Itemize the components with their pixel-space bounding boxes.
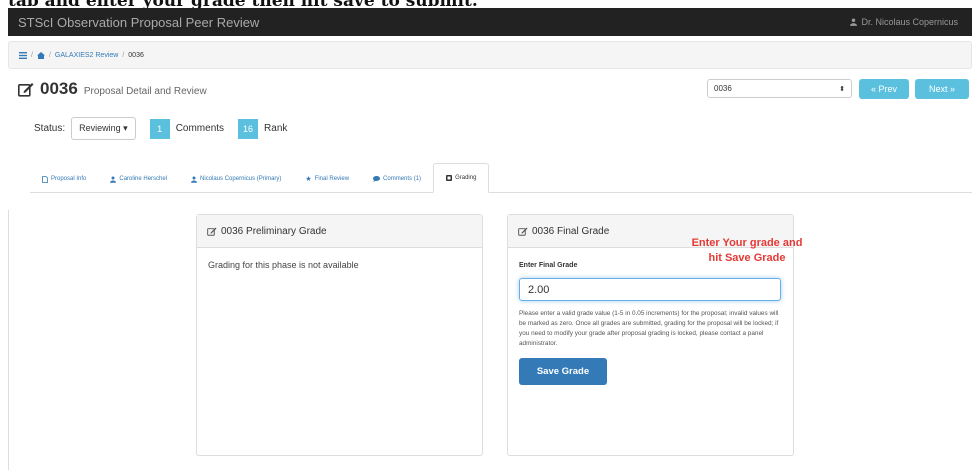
annotation-line-1: Enter Your grade and xyxy=(691,237,803,249)
user-name: Dr. Nicolaus Copernicus xyxy=(861,17,958,27)
tab-caroline-herschel[interactable]: Caroline Herschel xyxy=(98,166,179,192)
tab-label: Caroline Herschel xyxy=(119,176,168,182)
user-icon xyxy=(110,176,117,183)
status-row: Status: Reviewing ▾ 1 Comments 16 Rank xyxy=(34,117,287,140)
final-grade-input[interactable]: 2.00 xyxy=(519,278,781,301)
save-grade-button[interactable]: Save Grade xyxy=(519,357,607,385)
prev-button[interactable]: « Prev xyxy=(859,79,909,99)
panel-title: 0036 Final Grade xyxy=(532,225,610,237)
breadcrumb-separator: / xyxy=(48,51,51,59)
tab-bar: Proposal Info Caroline Herschel Nicolaus… xyxy=(30,163,972,193)
panel-title: 0036 Preliminary Grade xyxy=(221,225,327,237)
proposal-select[interactable]: 0036 ⬍ xyxy=(707,79,852,98)
user-icon xyxy=(191,176,198,183)
tab-label: Nicolaus Copernicus (Primary) xyxy=(200,176,282,182)
breadcrumb-separator: / xyxy=(31,51,33,59)
status-label: Status: xyxy=(34,123,66,134)
instruction-annotation: Enter Your grade and hit Save Grade xyxy=(662,236,832,266)
panel-body: Grading for this phase is not available xyxy=(197,248,482,282)
tab-label: Final Review xyxy=(314,176,350,182)
status-dropdown[interactable]: Reviewing ▾ xyxy=(71,117,136,140)
breadcrumb-separator: / xyxy=(122,51,125,59)
select-arrows-icon: ⬍ xyxy=(839,85,845,93)
tab-label: Proposal Info xyxy=(51,176,87,182)
list-icon[interactable] xyxy=(19,51,27,59)
breadcrumb-current: 0036 xyxy=(128,51,144,59)
edit-icon xyxy=(518,227,528,236)
preliminary-grade-panel: 0036 Preliminary Grade Grading for this … xyxy=(196,214,483,456)
app-brand[interactable]: STScI Observation Proposal Peer Review xyxy=(18,15,259,30)
breadcrumb-review-link[interactable]: GALAXIES2 Review xyxy=(55,52,118,59)
user-menu[interactable]: Dr. Nicolaus Copernicus xyxy=(850,17,962,27)
tab-grading[interactable]: Grading xyxy=(433,163,490,193)
edit-icon xyxy=(18,82,34,97)
navbar: STScI Observation Proposal Peer Review D… xyxy=(8,8,972,36)
user-icon xyxy=(850,18,858,26)
panel-heading: 0036 Preliminary Grade xyxy=(197,215,482,248)
next-button[interactable]: Next » xyxy=(915,79,969,99)
tab-label: Grading xyxy=(455,175,477,181)
tab-comments[interactable]: Comments (1) xyxy=(361,166,433,192)
home-icon[interactable] xyxy=(36,51,45,59)
page-title: 0036 Proposal Detail and Review xyxy=(18,79,207,99)
tab-nicolaus-copernicus[interactable]: Nicolaus Copernicus (Primary) xyxy=(179,166,293,192)
content-divider xyxy=(8,210,9,470)
breadcrumb: / / GALAXIES2 Review / 0036 xyxy=(8,41,972,69)
rank-label: Rank xyxy=(264,123,288,134)
not-available-message: Grading for this phase is not available xyxy=(208,260,359,270)
star-icon: ★ xyxy=(305,176,312,183)
tab-final-review[interactable]: ★ Final Review xyxy=(293,166,361,192)
rank-badge: 16 xyxy=(238,118,259,139)
proposal-select-value: 0036 xyxy=(714,84,732,93)
grading-help-text: Please enter a valid grade value (1-5 in… xyxy=(519,310,779,347)
panel-body: Enter Final Grade 2.00 Please enter a va… xyxy=(508,248,793,397)
comments-label: Comments xyxy=(175,123,225,134)
proposal-number: 0036 xyxy=(40,79,78,98)
tab-label: Comments (1) xyxy=(383,176,422,182)
page-subtitle: Proposal Detail and Review xyxy=(83,86,207,97)
tab-proposal-info[interactable]: Proposal Info xyxy=(30,166,98,192)
comments-count-badge: 1 xyxy=(149,118,170,139)
annotation-line-2: hit Save Grade xyxy=(708,251,786,264)
document-icon xyxy=(42,175,48,183)
grading-icon xyxy=(446,175,453,181)
edit-icon xyxy=(207,227,217,236)
comment-icon xyxy=(373,176,381,182)
